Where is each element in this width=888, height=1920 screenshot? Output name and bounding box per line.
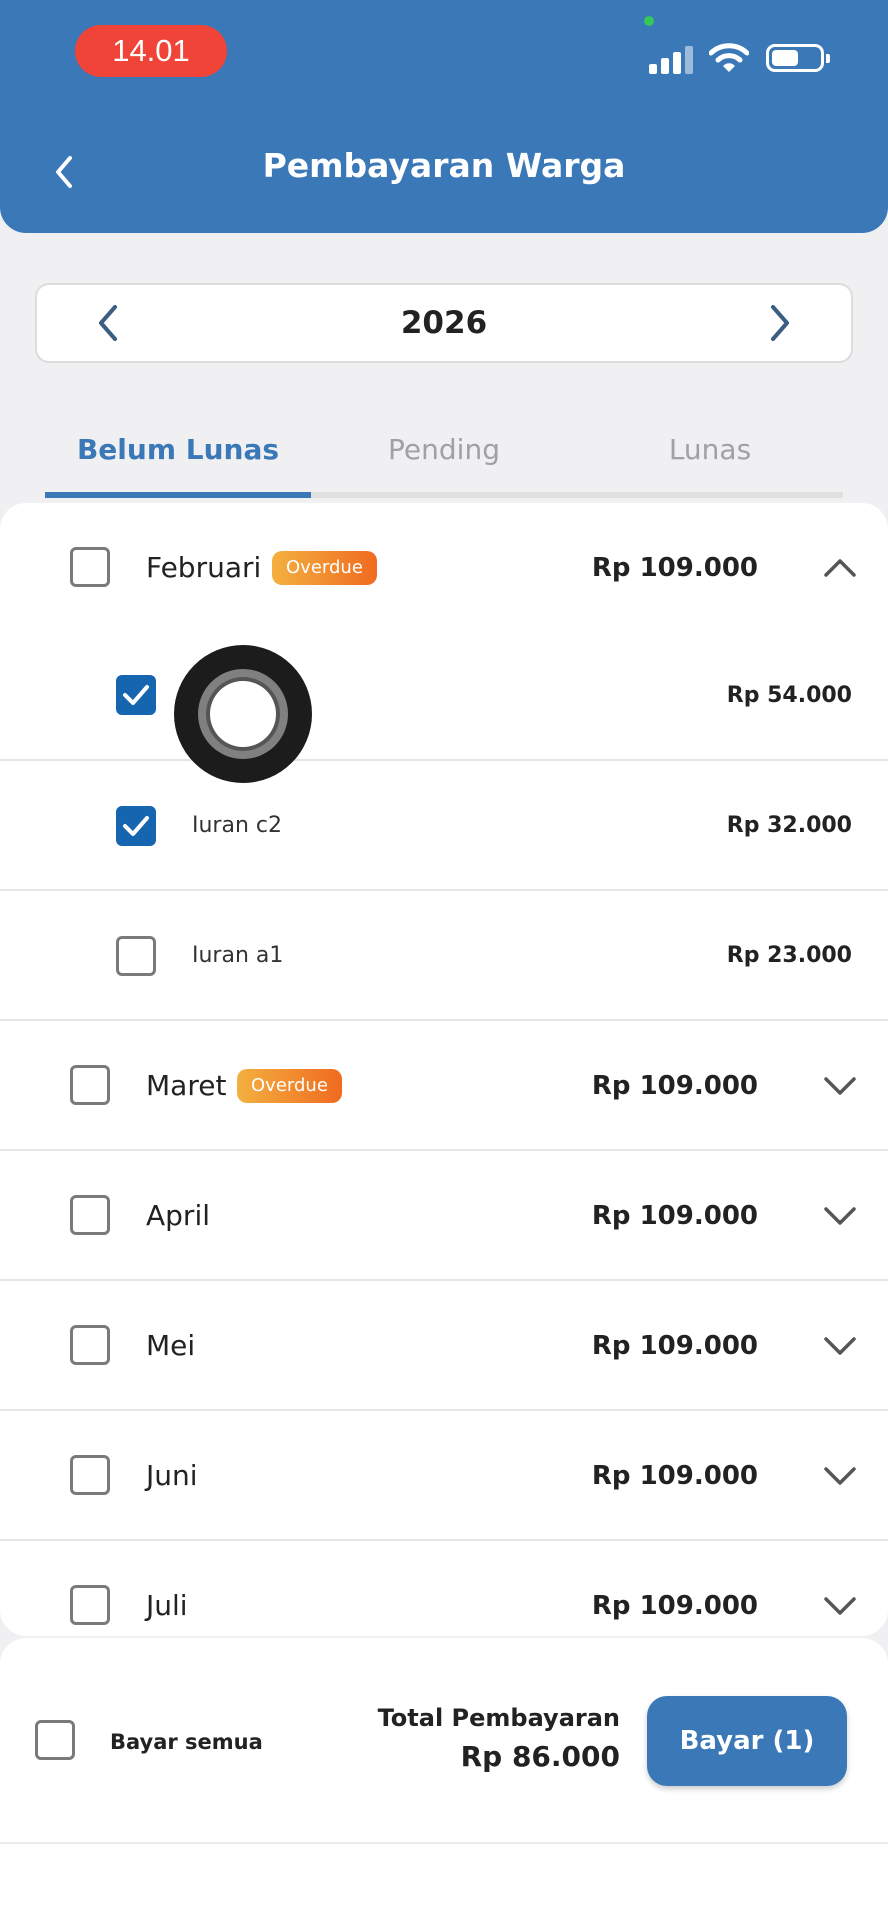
month-row-april[interactable]: April Rp 109.000	[0, 1151, 888, 1281]
month-checkbox[interactable]	[70, 547, 110, 587]
month-label: Juni	[146, 1459, 198, 1492]
chevron-down-icon[interactable]	[822, 1073, 858, 1099]
sub-item-row[interactable]: Iuran a1 Rp 23.000	[0, 891, 888, 1021]
total-value: Rp 86.000	[460, 1740, 620, 1773]
cellular-signal-icon	[649, 44, 695, 74]
month-checkbox[interactable]	[70, 1065, 110, 1105]
footer-divider	[0, 1842, 888, 1844]
status-tabs: Belum Lunas Pending Lunas	[45, 420, 843, 498]
chevron-down-icon[interactable]	[822, 1203, 858, 1229]
month-row-juli[interactable]: Juli Rp 109.000	[0, 1541, 888, 1636]
payment-list: Februari Overdue Rp 109.000 Rp 54.000 Iu…	[0, 503, 888, 1636]
tab-belum-lunas[interactable]: Belum Lunas	[45, 420, 311, 496]
sub-item-amount: Rp 54.000	[726, 683, 852, 708]
sub-item-label: Iuran c2	[192, 813, 282, 838]
month-checkbox[interactable]	[70, 1455, 110, 1495]
month-label: Mei	[146, 1329, 196, 1362]
wifi-icon	[709, 43, 749, 72]
page-title: Pembayaran Warga	[262, 146, 626, 185]
app-header: 14.01 Pembayaran Warga	[0, 0, 888, 233]
year-label: 2026	[400, 305, 488, 341]
payment-footer: Bayar semua Total Pembayaran Rp 86.000 B…	[0, 1638, 888, 1920]
month-amount: Rp 109.000	[591, 1071, 758, 1101]
month-amount: Rp 109.000	[591, 553, 758, 583]
tab-pending[interactable]: Pending	[311, 420, 577, 496]
month-amount: Rp 109.000	[591, 1461, 758, 1491]
sub-item-row[interactable]: Iuran c2 Rp 32.000	[0, 761, 888, 891]
sub-item-row[interactable]: Rp 54.000	[0, 623, 888, 761]
tab-lunas[interactable]: Lunas	[577, 420, 843, 496]
sub-item-amount: Rp 32.000	[726, 813, 852, 838]
battery-icon	[766, 44, 830, 72]
month-row-juni[interactable]: Juni Rp 109.000	[0, 1411, 888, 1541]
sub-item-checkbox[interactable]	[116, 806, 156, 846]
month-checkbox[interactable]	[70, 1325, 110, 1365]
month-row-maret[interactable]: Maret Overdue Rp 109.000	[0, 1021, 888, 1151]
month-row-mei[interactable]: Mei Rp 109.000	[0, 1281, 888, 1411]
chevron-down-icon[interactable]	[822, 1463, 858, 1489]
privacy-indicator-dot	[644, 16, 654, 26]
sub-item-checkbox[interactable]	[116, 675, 156, 715]
month-checkbox[interactable]	[70, 1585, 110, 1625]
month-amount: Rp 109.000	[591, 1591, 758, 1621]
tab-active-indicator	[45, 492, 311, 498]
month-label: Februari	[146, 551, 262, 584]
chevron-up-icon[interactable]	[822, 555, 858, 581]
chevron-down-icon[interactable]	[822, 1333, 858, 1359]
next-year-chevron-icon[interactable]	[759, 299, 799, 347]
pay-button[interactable]: Bayar (1)	[647, 1696, 847, 1786]
status-time: 14.01	[75, 25, 227, 77]
chevron-down-icon[interactable]	[822, 1593, 858, 1619]
month-row-februari[interactable]: Februari Overdue Rp 109.000	[0, 503, 888, 623]
pay-all-label: Bayar semua	[110, 1730, 263, 1754]
month-label: Maret	[146, 1069, 227, 1102]
month-amount: Rp 109.000	[591, 1201, 758, 1231]
month-amount: Rp 109.000	[591, 1331, 758, 1361]
sub-item-checkbox[interactable]	[116, 936, 156, 976]
sub-item-label: Iuran a1	[192, 943, 284, 968]
total-label: Total Pembayaran	[377, 1704, 620, 1732]
month-label: Juli	[146, 1589, 188, 1622]
overdue-badge: Overdue	[237, 1069, 342, 1103]
sub-item-amount: Rp 23.000	[726, 943, 852, 968]
pay-all-checkbox[interactable]	[35, 1720, 75, 1760]
month-label: April	[146, 1199, 210, 1232]
year-selector: 2026	[35, 283, 853, 363]
touch-indicator	[174, 645, 312, 783]
month-checkbox[interactable]	[70, 1195, 110, 1235]
overdue-badge: Overdue	[272, 551, 377, 585]
